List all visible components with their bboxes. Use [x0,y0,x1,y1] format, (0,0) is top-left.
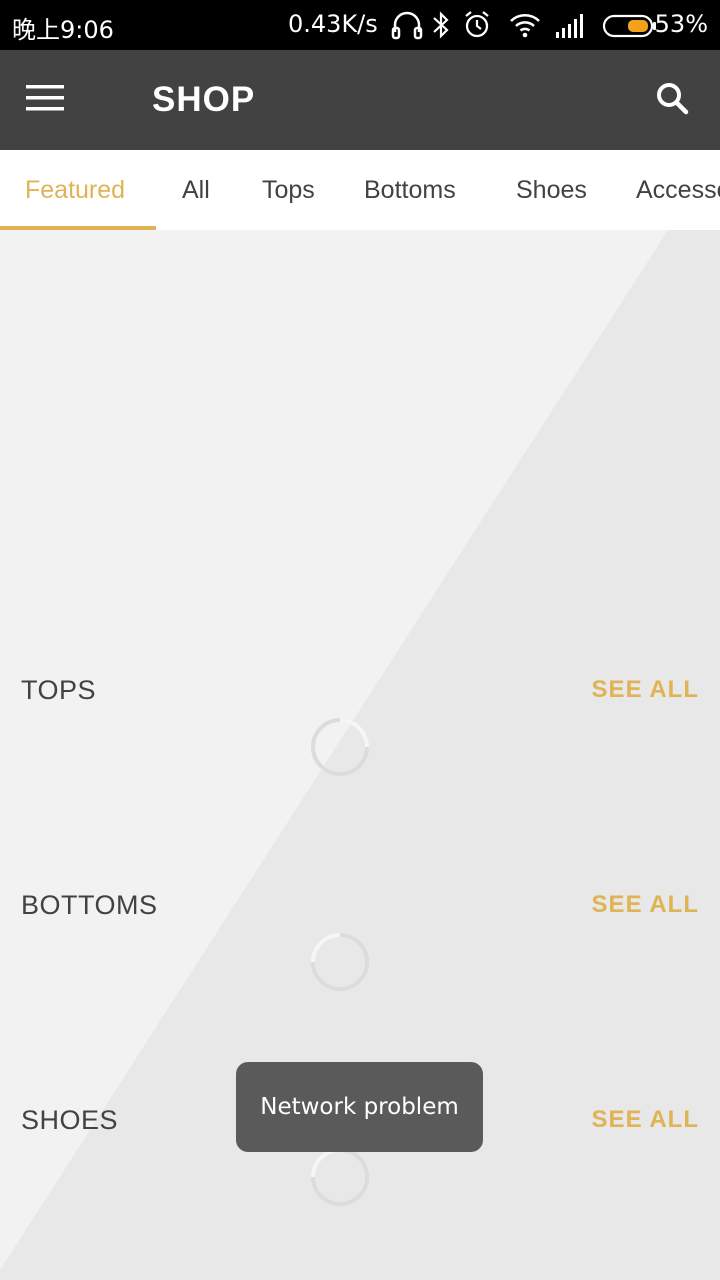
loading-spinner [311,718,369,776]
network-speed: 0.43K/s [288,10,378,38]
battery-percent: 53% [654,10,708,38]
battery-icon [602,8,658,42]
section-title-tops: TOPS [21,675,97,705]
tab-accessories[interactable]: Accessories [636,150,720,230]
tab-bottoms[interactable]: Bottoms [364,150,456,230]
screen: 晚上9:06 0.43K/s 53% SHOP Featured All Top… [0,0,720,1280]
menu-button[interactable] [26,76,86,124]
wifi-icon [508,8,542,42]
section-title-bottoms: BOTTOMS [21,890,158,920]
status-icons [390,8,658,42]
see-all-shoes-button[interactable]: SEE ALL [592,1106,699,1134]
search-button[interactable] [648,76,696,124]
status-bar: 晚上9:06 0.43K/s 53% [0,0,720,50]
app-bar: SHOP [0,50,720,150]
search-icon [655,81,689,120]
see-all-bottoms-button[interactable]: SEE ALL [592,891,699,919]
see-all-tops-button[interactable]: SEE ALL [592,676,699,704]
tab-featured[interactable]: Featured [25,150,125,230]
tab-all[interactable]: All [182,150,210,230]
category-tabs: Featured All Tops Bottoms Shoes Accessor… [0,150,720,230]
section-title-shoes: SHOES [21,1105,119,1135]
loading-spinner [311,933,369,991]
bluetooth-icon [430,8,452,42]
alarm-icon [462,8,492,42]
toast-message: Network problem [260,1094,459,1120]
signal-icon [554,8,588,42]
status-time: 晚上9:06 [12,16,114,44]
network-error-toast: Network problem [236,1062,483,1152]
loading-spinner [311,1148,369,1206]
tab-shoes[interactable]: Shoes [516,150,587,230]
headset-icon [390,8,424,42]
tab-tops[interactable]: Tops [262,150,315,230]
menu-icon [26,84,64,117]
page-title: SHOP [152,80,256,119]
